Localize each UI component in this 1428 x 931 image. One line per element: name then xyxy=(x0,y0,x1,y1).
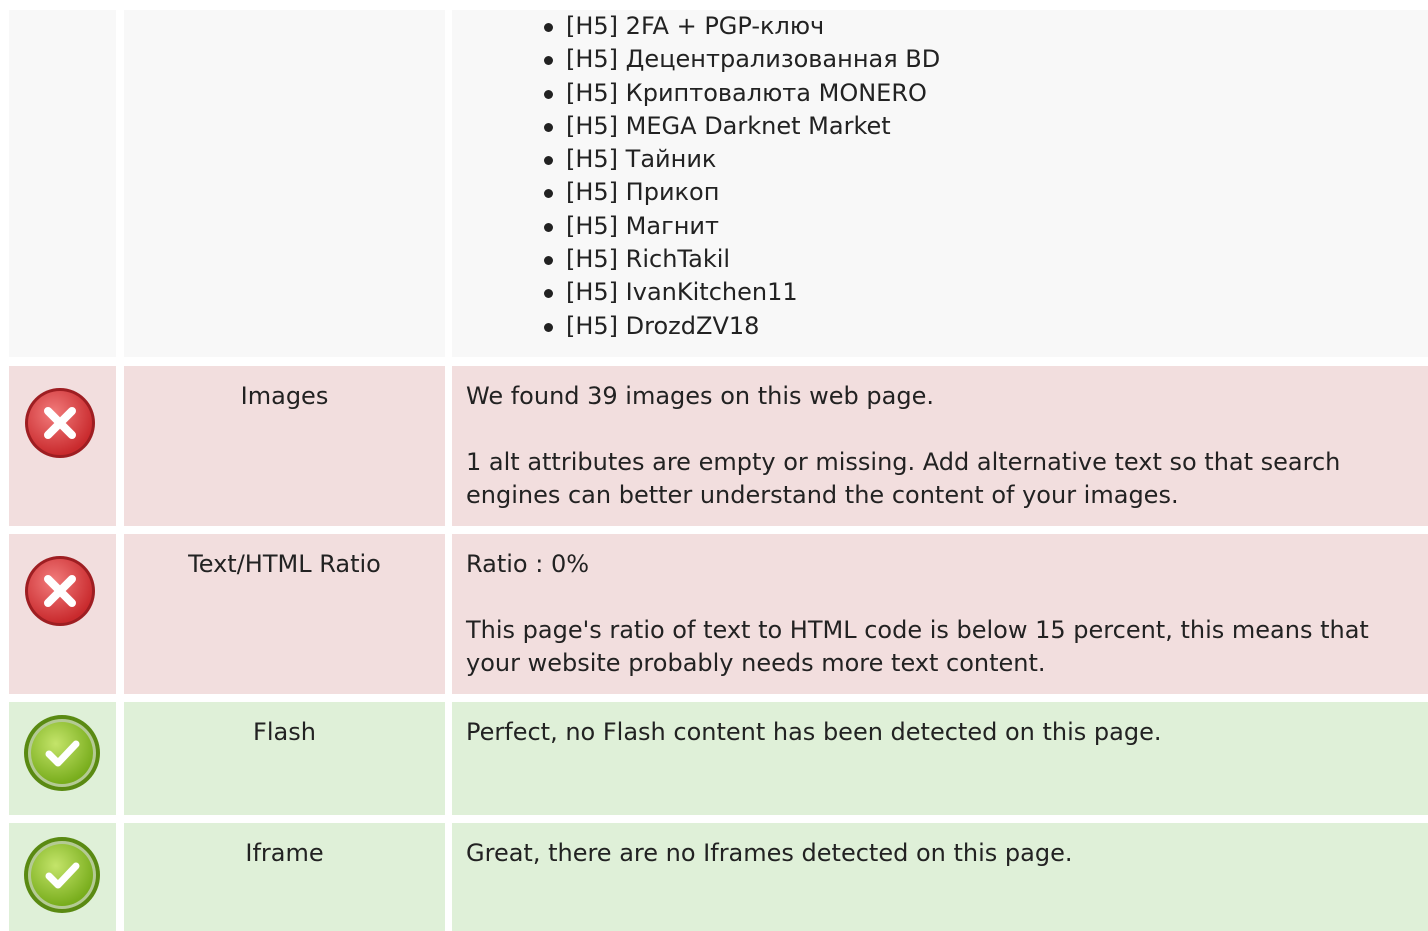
error-x-icon xyxy=(25,388,95,458)
check-result-text: Great, there are no Iframes detected on … xyxy=(466,839,1073,867)
heading-list-item: [H5] IvanKitchen11 xyxy=(544,276,1418,309)
checkmark-icon xyxy=(24,715,100,791)
seo-report: [H5] 2FA + PGP-ключ [H5] Децентрализован… xyxy=(0,0,1428,931)
flash-content-cell: Perfect, no Flash content has been detec… xyxy=(452,702,1428,815)
iframe-content-cell: Great, there are no Iframes detected on … xyxy=(452,823,1428,931)
images-icon-cell xyxy=(9,366,116,526)
checkmark-icon xyxy=(24,837,100,913)
check-label: Images xyxy=(240,382,329,410)
error-x-icon xyxy=(25,556,95,626)
heading-list-item: [H5] Тайник xyxy=(544,143,1418,176)
heading-list-item: [H5] Криптовалюта MONERO xyxy=(544,77,1418,110)
images-row: Images We found 39 images on this web pa… xyxy=(0,366,1428,526)
check-result-text: Ratio : 0% xyxy=(466,550,590,578)
heading-list: [H5] 2FA + PGP-ключ [H5] Децентрализован… xyxy=(466,10,1418,343)
heading-list-item: [H5] MEGA Darknet Market xyxy=(544,110,1418,143)
flash-row: Flash Perfect, no Flash content has been… xyxy=(0,702,1428,815)
check-result-text: We found 39 images on this web page. xyxy=(466,382,934,410)
ratio-icon-cell xyxy=(9,534,116,694)
check-advice-text: This page's ratio of text to HTML code i… xyxy=(466,616,1369,677)
iframe-label-cell: Iframe xyxy=(124,823,445,931)
ratio-row: Text/HTML Ratio Ratio : 0% This page's r… xyxy=(0,534,1428,694)
headings-content-cell: [H5] 2FA + PGP-ключ [H5] Децентрализован… xyxy=(452,10,1428,357)
headings-icon-cell xyxy=(9,10,116,357)
heading-list-item: [H5] Прикоп xyxy=(544,176,1418,209)
heading-list-item: [H5] Магнит xyxy=(544,210,1418,243)
ratio-label-cell: Text/HTML Ratio xyxy=(124,534,445,694)
check-label: Text/HTML Ratio xyxy=(188,550,381,578)
images-label-cell: Images xyxy=(124,366,445,526)
heading-list-item: [H5] Децентрализованная BD xyxy=(544,43,1418,76)
headings-label-cell xyxy=(124,10,445,357)
heading-list-item: [H5] DrozdZV18 xyxy=(544,310,1418,343)
flash-icon-cell xyxy=(9,702,116,815)
iframe-icon-cell xyxy=(9,823,116,931)
check-label: Iframe xyxy=(245,839,324,867)
iframe-row: Iframe Great, there are no Iframes detec… xyxy=(0,823,1428,931)
ratio-content-cell: Ratio : 0% This page's ratio of text to … xyxy=(452,534,1428,694)
check-advice-text: 1 alt attributes are empty or missing. A… xyxy=(466,448,1341,509)
images-content-cell: We found 39 images on this web page. 1 a… xyxy=(452,366,1428,526)
check-label: Flash xyxy=(253,718,316,746)
headings-row: [H5] 2FA + PGP-ключ [H5] Децентрализован… xyxy=(0,10,1428,357)
heading-list-item: [H5] RichTakil xyxy=(544,243,1418,276)
flash-label-cell: Flash xyxy=(124,702,445,815)
check-result-text: Perfect, no Flash content has been detec… xyxy=(466,718,1162,746)
heading-list-item: [H5] 2FA + PGP-ключ xyxy=(544,10,1418,43)
